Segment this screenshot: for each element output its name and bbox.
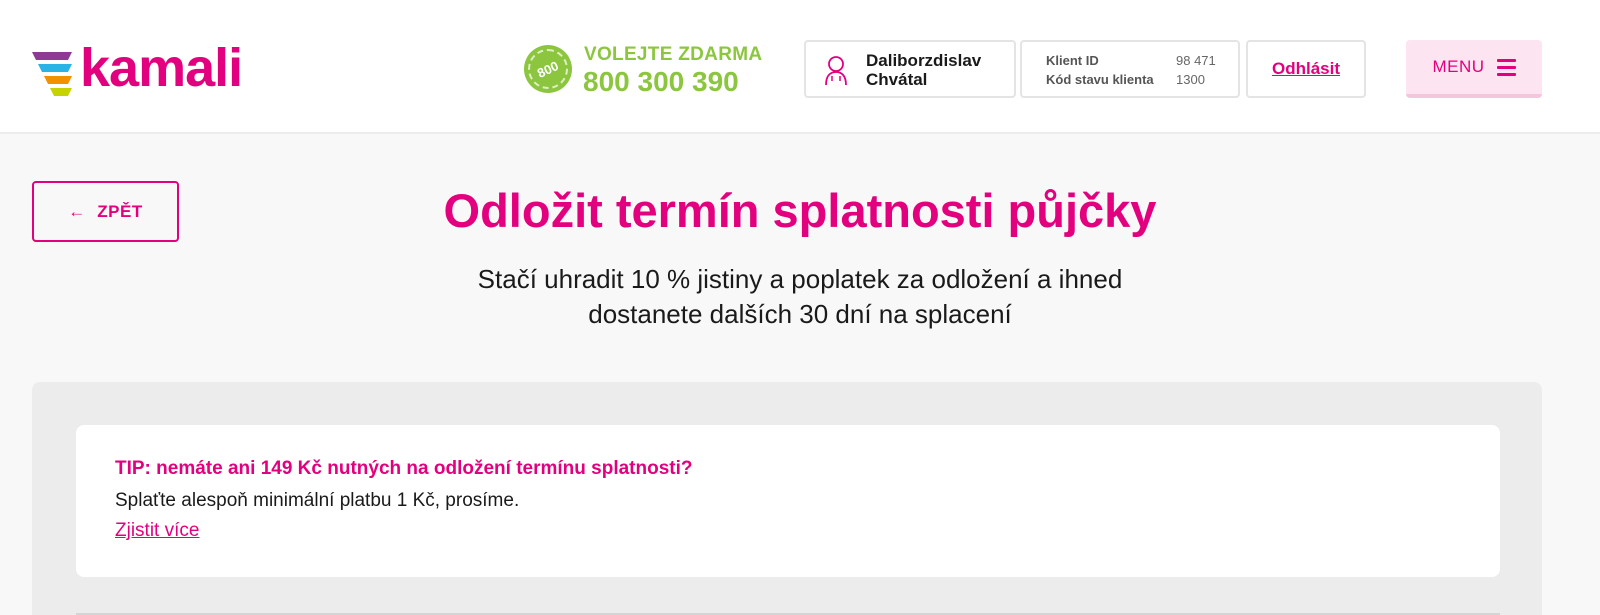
hamburger-icon — [1496, 58, 1516, 76]
user-last-name: Chvátal — [866, 70, 928, 89]
learn-more-link[interactable]: Zjistit více — [115, 520, 199, 542]
subtitle-line-2: dostanete dalších 30 dní na splacení — [588, 299, 1012, 329]
client-id-row: Klient ID 98 471 — [1046, 53, 1216, 68]
logo-stripes-icon — [32, 52, 72, 96]
site-header: kamali 800 VOLEJTE ZDARMA 800 300 390 Da… — [0, 0, 1600, 134]
user-first-name: Daliborzdislav — [866, 51, 982, 70]
user-info-box: Daliborzdislav Chvátal — [804, 40, 1016, 98]
phone-800-badge: 800 — [524, 45, 572, 93]
client-status-row: Kód stavu klienta 1300 — [1046, 72, 1205, 87]
client-id-value: 98 471 — [1176, 53, 1216, 68]
subtitle-line-1: Stačí uhradit 10 % jistiny a poplatek za… — [477, 264, 1123, 294]
client-status-value: 1300 — [1176, 72, 1205, 87]
logo-wordmark: kamali — [80, 38, 243, 98]
kamali-logo[interactable]: kamali — [32, 38, 243, 98]
client-info-box: Klient ID 98 471 Kód stavu klienta 1300 — [1020, 40, 1240, 98]
tip-text: Splaťte alespoň minimální platbu 1 Kč, p… — [115, 490, 520, 511]
client-id-label: Klient ID — [1046, 53, 1099, 68]
user-icon — [825, 56, 847, 86]
page-title: Odložit termín splatnosti půjčky — [443, 184, 1157, 237]
menu-label: MENU — [1432, 57, 1485, 76]
menu-button[interactable]: MENU — [1406, 40, 1542, 98]
page-subtitle: Stačí uhradit 10 % jistiny a poplatek za… — [400, 262, 1200, 332]
logout-box: Odhlásit — [1246, 40, 1366, 98]
tip-title: TIP: nemáte ani 149 Kč nutných na odlože… — [115, 458, 693, 479]
call-number[interactable]: 800 300 390 — [583, 66, 739, 98]
user-name: Daliborzdislav Chvátal — [866, 51, 981, 89]
call-free-label: VOLEJTE ZDARMA — [584, 44, 763, 65]
client-status-label: Kód stavu klienta — [1046, 72, 1154, 87]
logout-link[interactable]: Odhlásit — [1272, 59, 1340, 79]
